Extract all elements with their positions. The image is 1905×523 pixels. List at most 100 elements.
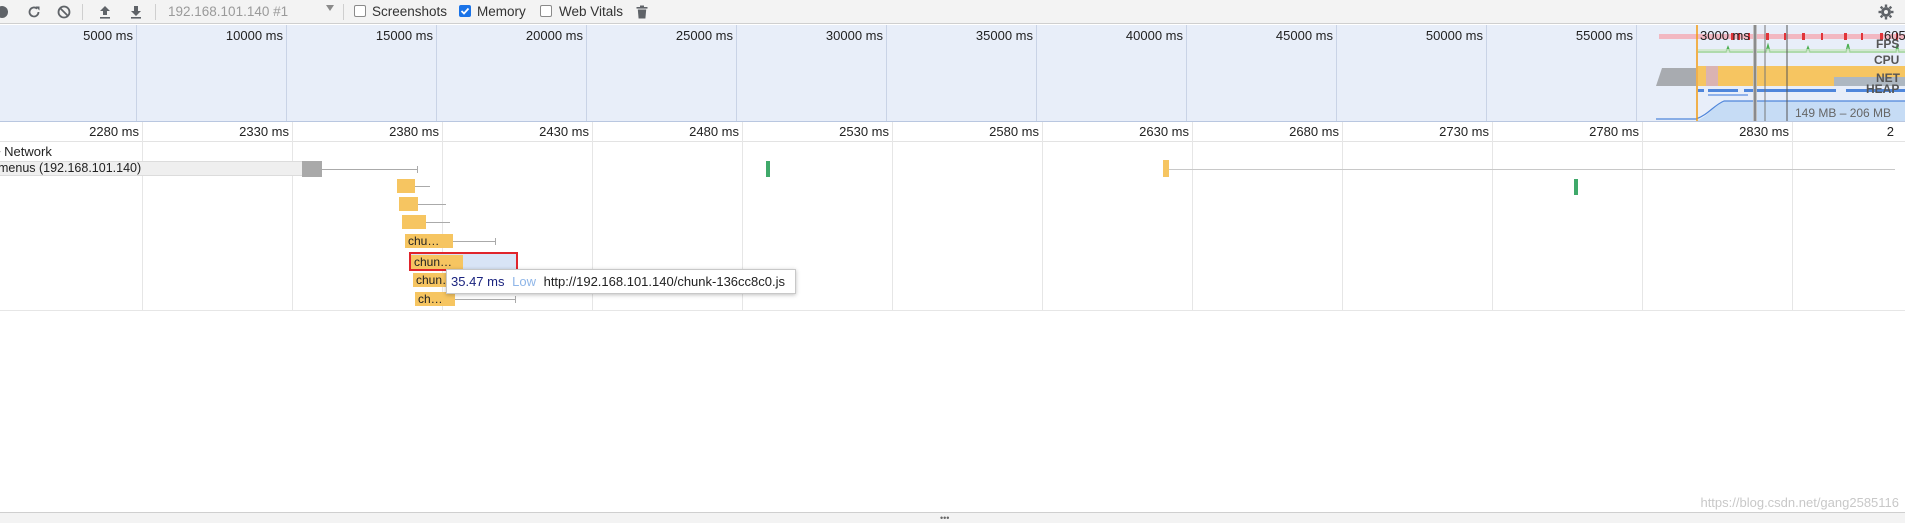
request-bar[interactable] bbox=[302, 161, 322, 177]
request-tooltip: 35.47 ms Low http://192.168.101.140/chun… bbox=[446, 269, 796, 294]
request-whisker bbox=[418, 204, 446, 205]
network-track-label: Network bbox=[4, 144, 52, 159]
overview-gridline bbox=[136, 25, 137, 121]
chunk-request-bar[interactable]: chun… bbox=[411, 255, 463, 269]
ruler-tick: 2330 ms bbox=[239, 124, 289, 139]
overview-tick: 25000 ms bbox=[675, 28, 733, 43]
toolbar-divider bbox=[343, 4, 344, 20]
chunk-request-bar[interactable]: chu… bbox=[405, 234, 453, 248]
timeline-overview[interactable]: 5000 ms 10000 ms 15000 ms 20000 ms 25000… bbox=[0, 25, 1905, 122]
ruler-tick: 2680 ms bbox=[1289, 124, 1339, 139]
chunk-request-bar[interactable]: ch… bbox=[415, 292, 455, 306]
network-request-row[interactable]: menus (192.168.101.140) bbox=[0, 161, 303, 176]
gridline bbox=[142, 122, 143, 310]
overview-gridline bbox=[1636, 25, 1637, 121]
ruler-tick: 2580 ms bbox=[989, 124, 1039, 139]
request-whisker bbox=[426, 222, 450, 223]
chunk-request-bar[interactable] bbox=[399, 197, 418, 211]
chevron-down-icon[interactable] bbox=[326, 5, 334, 11]
overview-tick: 30000 ms bbox=[825, 28, 883, 43]
ruler-tick: 2280 ms bbox=[89, 124, 139, 139]
memory-checkbox[interactable] bbox=[459, 5, 471, 17]
overview-gridline bbox=[286, 25, 287, 121]
overview-gridline bbox=[586, 25, 587, 121]
upload-profile-icon[interactable] bbox=[95, 2, 115, 22]
request-whisker-end bbox=[515, 296, 516, 303]
ruler-tick: 2380 ms bbox=[389, 124, 439, 139]
overview-gridline bbox=[436, 25, 437, 121]
resize-handle-icon[interactable]: ••• bbox=[940, 514, 949, 523]
heap-range: 149 MB – 206 MB bbox=[1795, 106, 1892, 120]
overview-tick: 5000 ms bbox=[83, 28, 133, 43]
download-profile-icon[interactable] bbox=[126, 2, 146, 22]
overview-tick: 50000 ms bbox=[1425, 28, 1483, 43]
clear-icon[interactable] bbox=[54, 2, 74, 22]
tooltip-priority: Low bbox=[512, 274, 536, 289]
memory-label[interactable]: Memory bbox=[477, 4, 526, 20]
reload-record-icon[interactable] bbox=[24, 2, 44, 22]
gridline bbox=[892, 122, 893, 310]
tooltip-duration: 35.47 ms bbox=[451, 274, 505, 289]
screenshots-label[interactable]: Screenshots bbox=[372, 4, 447, 20]
ruler-tick: 2730 ms bbox=[1439, 124, 1489, 139]
expand-triangle-icon[interactable]: ▾ bbox=[0, 148, 1, 158]
screenshots-checkbox[interactable] bbox=[354, 5, 366, 17]
track-divider bbox=[0, 310, 1905, 311]
overview-gridline bbox=[1186, 25, 1187, 121]
gridline bbox=[1192, 122, 1193, 310]
gridline bbox=[1642, 122, 1643, 310]
timeline-ruler: 2280 ms 2330 ms 2380 ms 2430 ms 2480 ms … bbox=[0, 122, 1905, 142]
request-whisker bbox=[415, 186, 430, 187]
overview-tick: 40000 ms bbox=[1125, 28, 1183, 43]
gridline bbox=[292, 122, 293, 310]
overview-tick: 45000 ms bbox=[1275, 28, 1333, 43]
overview-gridline bbox=[736, 25, 737, 121]
request-bar[interactable] bbox=[766, 161, 770, 177]
chunk-request-bar[interactable] bbox=[397, 179, 415, 193]
overview-gridline bbox=[1036, 25, 1037, 121]
request-whisker-end bbox=[495, 238, 496, 245]
request-whisker-end bbox=[417, 166, 418, 173]
overview-tick: 55000 ms bbox=[1575, 28, 1633, 43]
overview-tick: 15000 ms bbox=[375, 28, 433, 43]
request-whisker bbox=[455, 299, 515, 300]
request-bar[interactable] bbox=[1574, 179, 1578, 195]
overview-tick: 10000 ms bbox=[225, 28, 283, 43]
request-whisker bbox=[322, 169, 417, 170]
toolbar-divider bbox=[82, 4, 83, 20]
overview-tick: 20000 ms bbox=[525, 28, 583, 43]
chunk-request-bar[interactable] bbox=[402, 215, 426, 229]
overview-gridline bbox=[886, 25, 887, 121]
ruler-tick: 2830 ms bbox=[1739, 124, 1789, 139]
profile-select[interactable]: 192.168.101.140 #1 bbox=[168, 4, 288, 20]
heap-track-label: HEAP bbox=[1866, 82, 1900, 96]
ruler-tick: 2630 ms bbox=[1139, 124, 1189, 139]
gridline bbox=[1792, 122, 1793, 310]
toolbar-divider bbox=[155, 4, 156, 20]
request-host-label: menus (192.168.101.140) bbox=[0, 161, 142, 175]
gridline bbox=[1492, 122, 1493, 310]
overview-tick: 35000 ms bbox=[975, 28, 1033, 43]
settings-gear-icon[interactable] bbox=[1876, 2, 1896, 22]
network-track-title[interactable]: ▾ Network bbox=[0, 144, 52, 159]
request-whisker bbox=[1169, 169, 1895, 170]
gridline bbox=[1342, 122, 1343, 310]
performance-toolbar: 192.168.101.140 #1 Screenshots Memory We… bbox=[0, 0, 1905, 24]
web-vitals-checkbox[interactable] bbox=[540, 5, 552, 17]
overview-tick-partial: 3000 ms bbox=[1700, 28, 1750, 43]
record-icon[interactable] bbox=[0, 2, 12, 22]
request-whisker bbox=[453, 241, 495, 242]
ruler-tick: 2480 ms bbox=[689, 124, 739, 139]
panel-resize-bar[interactable]: ••• bbox=[0, 512, 1905, 523]
tooltip-url: http://192.168.101.140/chunk-136cc8c0.js bbox=[543, 274, 785, 289]
gridline bbox=[1042, 122, 1043, 310]
trash-icon[interactable] bbox=[632, 2, 652, 22]
web-vitals-label[interactable]: Web Vitals bbox=[559, 4, 623, 20]
ruler-tick: 2780 ms bbox=[1589, 124, 1639, 139]
overview-gridline bbox=[1336, 25, 1337, 121]
fps-track-label: FPS bbox=[1876, 37, 1900, 51]
ruler-tick: 2430 ms bbox=[539, 124, 589, 139]
overview-gridline bbox=[1486, 25, 1487, 121]
watermark: https://blog.csdn.net/gang2585116 bbox=[1700, 495, 1899, 510]
ruler-tick: 2 bbox=[1886, 124, 1894, 139]
